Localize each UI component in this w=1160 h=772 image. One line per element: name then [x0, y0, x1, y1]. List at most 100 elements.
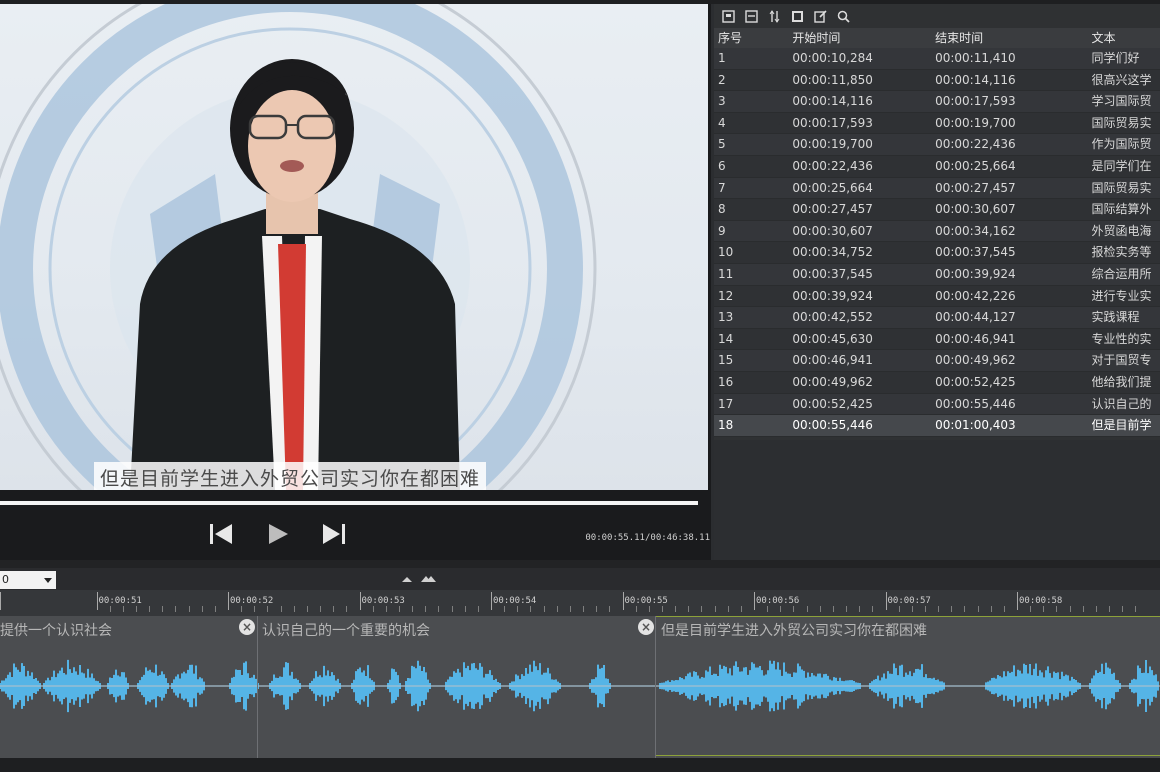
ruler-minor-tick	[832, 606, 834, 612]
subtitle-list-header: 序号 开始时间 结束时间 文本	[714, 28, 1160, 48]
subtitle-row-text: 很高兴这学	[1091, 72, 1152, 87]
import-icon[interactable]	[720, 8, 736, 24]
subtitle-row[interactable]: 18 00:00:55,446 00:01:00,403 但是目前学	[714, 415, 1160, 437]
ruler-tick	[754, 592, 755, 610]
subtitle-row-end: 00:00:19,700	[935, 115, 1016, 130]
merge-icon[interactable]	[766, 8, 782, 24]
ruler-minor-tick	[254, 606, 256, 612]
ruler-minor-tick	[675, 606, 677, 612]
audio-subtitle-track[interactable]: 提供一个认识社会 认识自己的一个重要的机会 × 但是目前学生进入外贸公司实习你在都困难…	[0, 616, 1160, 758]
ruler-minor-tick	[898, 606, 900, 612]
subtitle-row-index: 6	[718, 158, 726, 173]
grid-icon[interactable]	[789, 8, 805, 24]
ruler-minor-tick	[267, 606, 269, 612]
segment-boundary[interactable]	[655, 616, 656, 758]
play-button[interactable]	[264, 522, 294, 548]
collapse-toggle-icon[interactable]	[401, 574, 441, 584]
close-icon[interactable]: ×	[638, 619, 654, 635]
subtitle-row[interactable]: 1 00:00:10,284 00:00:11,410 同学们好	[714, 48, 1160, 70]
subtitle-row[interactable]: 5 00:00:19,700 00:00:22,436 作为国际贸	[714, 134, 1160, 156]
subtitle-row[interactable]: 7 00:00:25,664 00:00:27,457 国际贸易实	[714, 177, 1160, 200]
subtitle-row-start: 00:00:34,752	[792, 245, 873, 260]
subtitle-row[interactable]: 15 00:00:46,941 00:00:49,962 对于国贸专	[714, 350, 1160, 372]
ruler-minor-tick	[517, 606, 519, 612]
ruler-label: 00:00:52	[230, 596, 274, 606]
ruler-minor-tick	[911, 606, 913, 612]
ruler-minor-tick	[543, 606, 545, 612]
subtitle-row-index: 14	[718, 331, 734, 346]
ruler-tick	[491, 592, 492, 610]
segment-label: 认识自己的一个重要的机会	[262, 623, 430, 639]
subtitle-row-start: 00:00:17,593	[792, 115, 873, 130]
subtitle-row[interactable]: 16 00:00:49,962 00:00:52,425 他给我们提	[714, 371, 1160, 394]
subtitle-row[interactable]: 6 00:00:22,436 00:00:25,664 是同学们在	[714, 155, 1160, 178]
subtitle-row[interactable]: 14 00:00:45,630 00:00:46,941 专业性的实	[714, 328, 1160, 351]
ruler-minor-tick	[964, 606, 966, 612]
subtitle-row-start: 00:00:11,850	[792, 72, 873, 87]
segment-boundary[interactable]	[257, 616, 258, 758]
subtitle-row[interactable]: 17 00:00:52,425 00:00:55,446 认识自己的	[714, 393, 1160, 416]
subtitle-row[interactable]: 2 00:00:11,850 00:00:14,116 很高兴这学	[714, 69, 1160, 92]
ruler-minor-tick	[556, 606, 558, 612]
subtitle-row-index: 9	[718, 223, 726, 238]
video-frame[interactable]: 但是目前学生进入外贸公司实习你在都困难	[0, 4, 708, 490]
subtitle-row-text: 专业性的实	[1091, 331, 1152, 346]
video-player: 但是目前学生进入外贸公司实习你在都困难 00:00:55.11/00:46:38…	[0, 4, 711, 560]
ruler-minor-tick	[372, 606, 374, 612]
column-header-text[interactable]: 文本	[1092, 28, 1160, 48]
playback-progress-bar[interactable]	[0, 501, 698, 505]
next-button[interactable]	[320, 522, 350, 548]
search-icon[interactable]	[835, 8, 851, 24]
subtitle-row-start: 00:00:45,630	[792, 331, 873, 346]
ruler-minor-tick	[162, 606, 164, 612]
column-header-index[interactable]: 序号	[714, 28, 792, 48]
column-header-start[interactable]: 开始时间	[792, 28, 935, 48]
subtitle-row[interactable]: 8 00:00:27,457 00:00:30,607 国际结算外	[714, 199, 1160, 221]
timeline-toolbar: 0	[0, 568, 1160, 590]
previous-button[interactable]	[207, 522, 237, 548]
timeline-scrollbar[interactable]	[0, 758, 1160, 772]
subtitle-row-start: 00:00:19,700	[792, 137, 873, 152]
video-subtitle-overlay: 但是目前学生进入外贸公司实习你在都困难	[94, 462, 487, 490]
panel-divider[interactable]	[0, 560, 1160, 568]
subtitle-row[interactable]: 12 00:00:39,924 00:00:42,226 进行专业实	[714, 285, 1160, 308]
subtitle-row-end: 00:00:30,607	[935, 202, 1016, 217]
ruler-label: 00:00:58	[1019, 596, 1063, 606]
ruler-label: 00:00:56	[756, 596, 800, 606]
subtitle-list-body: 1 00:00:10,284 00:00:11,410 同学们好 2 00:00:11,8…	[714, 48, 1160, 437]
timeline-ruler[interactable]: 00:00:51 00:00:52 00:00:53 00:00:54 00:00:55…	[0, 590, 1160, 616]
subtitle-row[interactable]: 3 00:00:14,116 00:00:17,593 学习国际贸	[714, 91, 1160, 113]
subtitle-row-text: 国际贸易实	[1091, 180, 1152, 195]
subtitle-row-start: 00:00:27,457	[792, 202, 873, 217]
subtitle-row[interactable]: 10 00:00:34,752 00:00:37,545 报检实务等	[714, 242, 1160, 264]
export-icon[interactable]	[743, 8, 759, 24]
close-icon[interactable]: ×	[239, 619, 255, 635]
playback-timecode: 00:00:55.11/00:46:38.11	[585, 533, 710, 543]
subtitle-row[interactable]: 9 00:00:30,607 00:00:34,162 外贸函电海	[714, 220, 1160, 243]
ruler-minor-tick	[241, 606, 243, 612]
column-header-end[interactable]: 结束时间	[935, 28, 1091, 48]
ruler-minor-tick	[569, 606, 571, 612]
subtitle-row[interactable]: 13 00:00:42,552 00:00:44,127 实践课程	[714, 307, 1160, 329]
ruler-tick	[0, 592, 1, 610]
subtitle-row-start: 00:00:14,116	[792, 94, 873, 109]
subtitle-row[interactable]: 11 00:00:37,545 00:00:39,924 综合运用所	[714, 263, 1160, 286]
ruler-tick	[96, 592, 98, 610]
ruler-minor-tick	[635, 606, 637, 612]
subtitle-row-end: 00:00:46,941	[935, 331, 1016, 346]
ruler-minor-tick	[609, 606, 611, 612]
subtitle-row-index: 11	[718, 266, 734, 281]
subtitle-row[interactable]: 4 00:00:17,593 00:00:19,700 国际贸易实	[714, 112, 1160, 135]
zoom-select[interactable]: 0	[0, 571, 56, 589]
ruler-minor-tick	[1122, 606, 1124, 612]
ruler-minor-tick	[122, 606, 124, 612]
ruler-minor-tick	[1082, 606, 1084, 612]
ruler-minor-tick	[793, 606, 795, 612]
ruler-label: 00:00:57	[887, 596, 931, 606]
subtitle-row-text: 国际结算外	[1091, 202, 1152, 217]
ruler-minor-tick	[464, 606, 466, 612]
subtitle-row-index: 3	[718, 94, 726, 109]
edit-icon[interactable]	[812, 8, 828, 24]
ruler-tick	[885, 592, 887, 610]
ruler-minor-tick	[648, 606, 650, 612]
